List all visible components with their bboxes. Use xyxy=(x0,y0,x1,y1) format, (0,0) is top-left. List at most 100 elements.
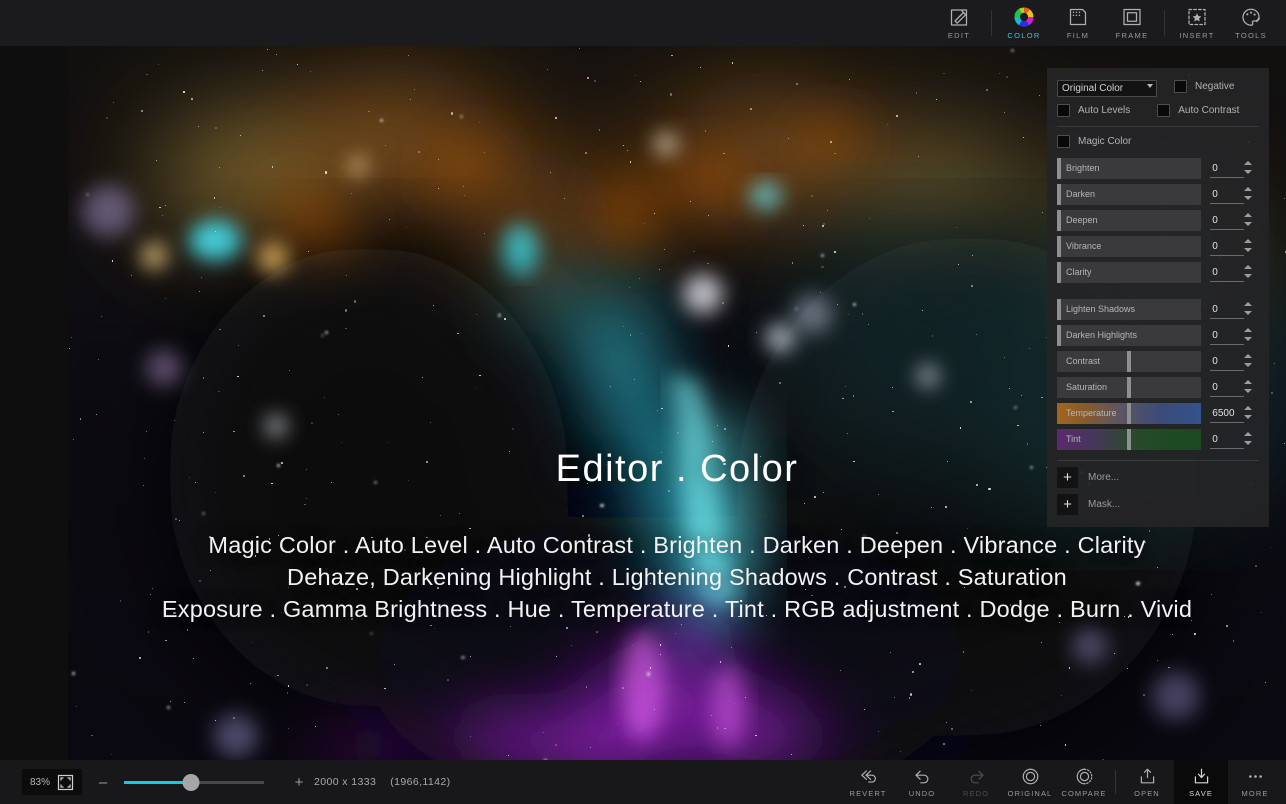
stepper-arrows[interactable] xyxy=(1244,187,1253,200)
action-compare[interactable]: COMPARE xyxy=(1057,760,1111,804)
slider-value-field[interactable] xyxy=(1210,403,1259,424)
zoom-slider-knob[interactable] xyxy=(182,773,200,791)
slider-value-input[interactable] xyxy=(1210,406,1245,423)
magic-color-checkbox[interactable] xyxy=(1057,135,1070,148)
top-tab-label: FRAME xyxy=(1115,31,1149,40)
zoom-slider-fill xyxy=(124,780,192,784)
slider-value-field[interactable] xyxy=(1210,158,1259,179)
slider-darken[interactable]: Darken xyxy=(1057,184,1202,205)
action-label: MORE xyxy=(1241,788,1269,798)
slider-handle[interactable] xyxy=(1127,403,1132,424)
divider xyxy=(1164,10,1165,36)
pencil-square-icon xyxy=(948,6,970,28)
slider-value-field[interactable] xyxy=(1210,184,1259,205)
stepper-arrows[interactable] xyxy=(1244,328,1253,341)
slider-value-input[interactable] xyxy=(1210,328,1245,345)
slider-value-input[interactable] xyxy=(1210,302,1245,319)
top-tab-frame[interactable]: FRAME xyxy=(1105,0,1159,46)
slider-temperature[interactable]: Temperature xyxy=(1057,403,1202,424)
slider-value-field[interactable] xyxy=(1210,351,1259,372)
slider-handle[interactable] xyxy=(1127,377,1132,398)
bottom-toolbar: 83% – + 2000 x 1333 (1966,1142) REVERT UN… xyxy=(0,760,1286,804)
stepper-arrows[interactable] xyxy=(1244,239,1253,252)
slider-handle[interactable] xyxy=(1057,210,1061,231)
slider-saturation[interactable]: Saturation xyxy=(1057,377,1202,398)
bottom-action-buttons: REVERT UNDO REDO ORIGINAL COMPARE OPEN SAVE MO… xyxy=(841,760,1286,804)
slider-value-field[interactable] xyxy=(1210,429,1259,450)
slider-row-tint: Tint xyxy=(1057,429,1259,450)
negative-checkbox[interactable] xyxy=(1174,80,1187,93)
top-tab-film[interactable]: FILM xyxy=(1051,0,1105,46)
auto-levels-checkbox[interactable] xyxy=(1057,104,1070,117)
color-preset-dropdown[interactable]: Original Color xyxy=(1057,78,1157,97)
auto-contrast-checkbox[interactable] xyxy=(1157,104,1171,117)
stepper-arrows[interactable] xyxy=(1244,213,1253,226)
top-tab-tools[interactable]: TOOLS xyxy=(1224,0,1278,46)
slider-value-field[interactable] xyxy=(1210,377,1259,398)
slider-label: Vibrance xyxy=(1066,241,1102,251)
action-save[interactable]: SAVE xyxy=(1174,760,1228,804)
slider-value-input[interactable] xyxy=(1210,239,1245,256)
slider-value-field[interactable] xyxy=(1210,262,1259,283)
stepper-arrows[interactable] xyxy=(1244,265,1253,278)
slider-value-input[interactable] xyxy=(1210,432,1245,449)
divider-2 xyxy=(1057,460,1259,461)
slider-handle[interactable] xyxy=(1057,325,1061,346)
auto-row: Auto Levels Auto Contrast xyxy=(1057,104,1259,117)
slider-darken-highlights[interactable]: Darken Highlights xyxy=(1057,325,1202,346)
auto-levels-label: Auto Levels xyxy=(1078,105,1131,116)
slider-vibrance[interactable]: Vibrance xyxy=(1057,236,1202,257)
slider-value-input[interactable] xyxy=(1210,354,1245,371)
slider-value-input[interactable] xyxy=(1210,213,1245,230)
stepper-arrows[interactable] xyxy=(1244,354,1253,367)
magic-color-row: Magic Color xyxy=(1057,135,1259,148)
slider-brighten[interactable]: Brighten xyxy=(1057,158,1202,179)
slider-label: Contrast xyxy=(1066,356,1101,366)
stepper-arrows[interactable] xyxy=(1244,380,1253,393)
slider-row-clarity: Clarity xyxy=(1057,262,1259,283)
slider-value-input[interactable] xyxy=(1210,265,1245,282)
stepper-arrows[interactable] xyxy=(1244,161,1253,174)
slider-value-input[interactable] xyxy=(1210,161,1245,178)
slider-value-field[interactable] xyxy=(1210,236,1259,257)
slider-value-field[interactable] xyxy=(1210,210,1259,231)
slider-value-field[interactable] xyxy=(1210,325,1259,346)
color-preset-select[interactable]: Original Color xyxy=(1057,80,1157,97)
slider-deepen[interactable]: Deepen xyxy=(1057,210,1202,231)
top-tab-color[interactable]: COLOR xyxy=(997,0,1051,46)
more-button[interactable]: + More... xyxy=(1057,466,1259,488)
action-more[interactable]: MORE xyxy=(1228,760,1282,804)
slider-value-field[interactable] xyxy=(1210,299,1259,320)
slider-contrast[interactable]: Contrast xyxy=(1057,351,1202,372)
plus-icon: + xyxy=(1057,466,1078,488)
mask-button[interactable]: + Mask... xyxy=(1057,493,1259,515)
stepper-arrows[interactable] xyxy=(1244,432,1253,445)
slider-handle[interactable] xyxy=(1057,236,1061,257)
action-open[interactable]: OPEN xyxy=(1120,760,1174,804)
fit-to-screen-icon[interactable] xyxy=(57,774,74,791)
slider-handle[interactable] xyxy=(1127,351,1132,372)
slider-lighten-shadows[interactable]: Lighten Shadows xyxy=(1057,299,1202,320)
plus-icon: + xyxy=(1057,493,1078,515)
slider-handle[interactable] xyxy=(1057,184,1061,205)
slider-handle[interactable] xyxy=(1057,262,1061,283)
slider-value-input[interactable] xyxy=(1210,187,1245,204)
action-revert[interactable]: REVERT xyxy=(841,760,895,804)
zoom-slider[interactable] xyxy=(124,773,265,791)
slider-label: Saturation xyxy=(1066,382,1108,392)
slider-clarity[interactable]: Clarity xyxy=(1057,262,1202,283)
zoom-out-button[interactable]: – xyxy=(96,775,110,790)
stepper-arrows[interactable] xyxy=(1244,302,1253,315)
action-original[interactable]: ORIGINAL xyxy=(1003,760,1057,804)
slider-value-input[interactable] xyxy=(1210,380,1245,397)
zoom-level-box: 83% xyxy=(22,769,83,795)
slider-handle[interactable] xyxy=(1057,158,1061,179)
slider-handle[interactable] xyxy=(1057,299,1061,320)
zoom-in-button[interactable]: + xyxy=(292,775,306,790)
top-tab-insert[interactable]: INSERT xyxy=(1170,0,1224,46)
stepper-arrows[interactable] xyxy=(1244,406,1253,419)
slider-handle[interactable] xyxy=(1127,429,1132,450)
top-tab-edit[interactable]: EDIT xyxy=(932,0,986,46)
action-undo[interactable]: UNDO xyxy=(895,760,949,804)
slider-tint[interactable]: Tint xyxy=(1057,429,1202,450)
